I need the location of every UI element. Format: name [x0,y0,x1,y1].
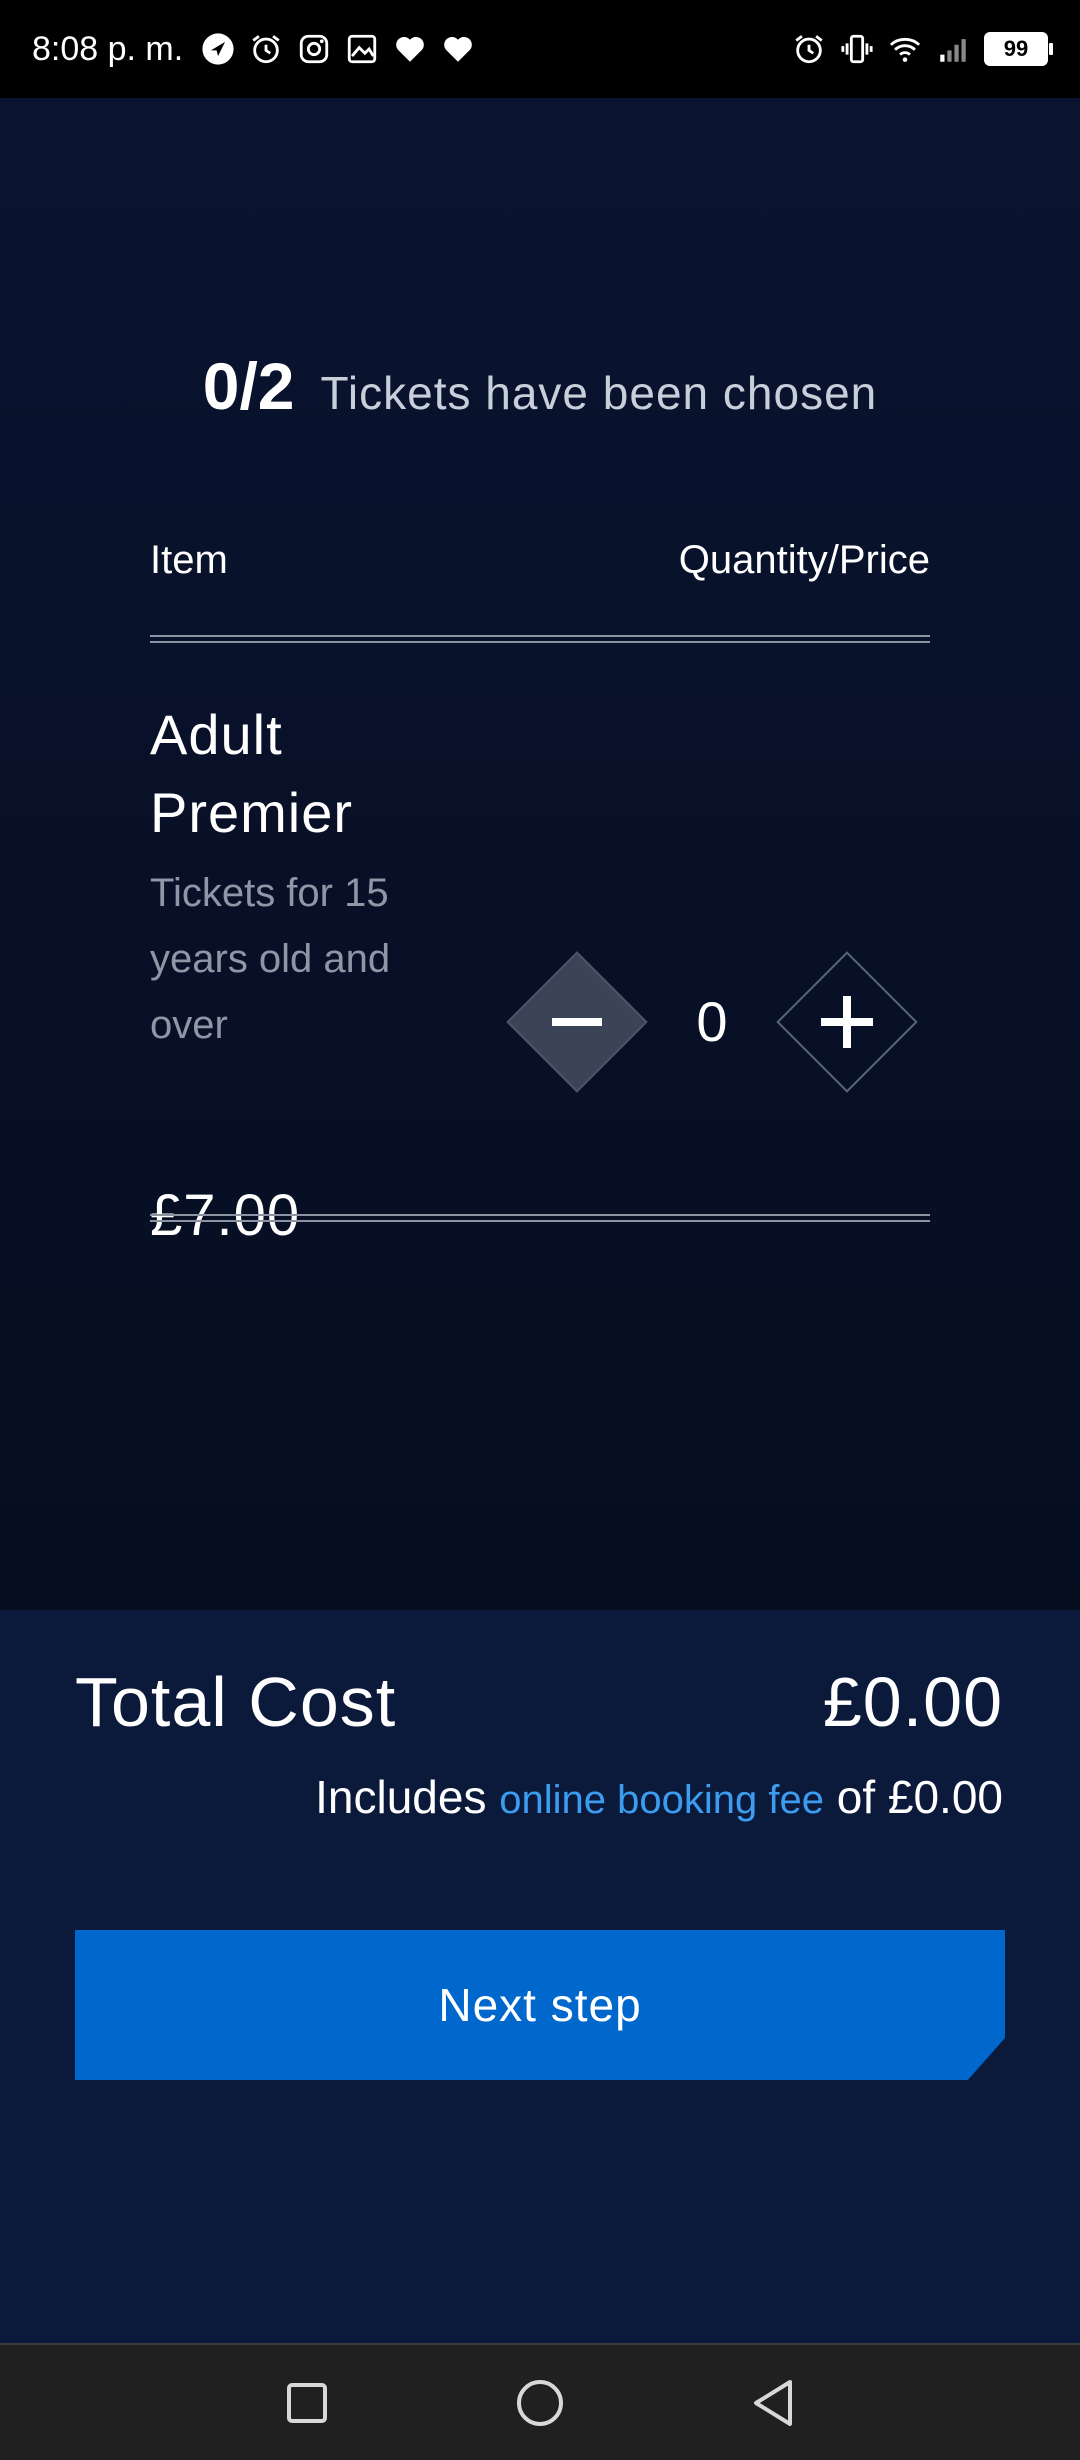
increase-quantity-button[interactable] [775,950,919,1094]
divider [150,635,930,643]
ticket-selection-panel: 0/2 Tickets have been chosen Item Quanti… [0,98,1080,1610]
online-booking-fee-link[interactable]: online booking fee [499,1778,824,1822]
navigation-icon [202,33,234,65]
fee-prefix: Includes [315,1771,487,1823]
plus-icon [821,996,873,1048]
alarm-icon [795,35,823,64]
quantity-value: 0 [696,990,728,1053]
home-button[interactable] [505,2368,575,2438]
ticket-description: Tickets for 15 years old and over [150,871,391,1047]
heart-icon [396,36,425,62]
heart-icon [444,36,473,62]
status-bar: 8:08 p. m. 99 [0,0,1080,98]
tickets-chosen-count: 0/2 [202,349,295,423]
column-header-item: Item [150,538,228,582]
total-cost-label: Total Cost [75,1663,397,1741]
status-left: 8:08 p. m. [32,30,475,69]
quantity-stepper: 0 [505,950,920,1094]
divider [150,1214,930,1222]
gallery-icon [348,34,377,64]
square-icon [286,2382,327,2423]
battery-icon: 99 [984,32,1053,66]
alarm-icon [252,35,280,64]
circle-icon [516,2379,563,2426]
wifi-icon [889,37,921,62]
status-right: 99 [792,32,1053,66]
back-button[interactable] [738,2368,808,2438]
table-header: Item Quantity/Price [150,538,930,583]
order-summary: Total Cost £0.00 Includes online booking… [0,1610,1080,2343]
ticket-name: Adult Premier [150,703,354,844]
booking-fee-line: Includes online booking fee of £0.00 [315,1770,1003,1824]
recent-apps-button[interactable] [272,2368,342,2438]
tickets-chosen-label: Tickets have been chosen [320,367,878,419]
next-step-button[interactable]: Next step [75,1930,1005,2080]
system-navigation-bar [0,2343,1080,2460]
instagram-icon [300,34,329,64]
signal-icon [940,39,966,62]
status-time: 8:08 p. m. [32,29,184,68]
vibrate-icon [841,34,873,64]
total-cost-value: £0.00 [822,1663,1003,1741]
column-header-quantity-price: Quantity/Price [678,538,930,582]
tickets-chosen-header: 0/2 Tickets have been chosen [0,348,1080,424]
triangle-back-icon [754,2379,793,2426]
fee-suffix: of £0.00 [836,1771,1003,1823]
minus-icon [552,1018,602,1026]
decrease-quantity-button[interactable] [505,950,649,1094]
